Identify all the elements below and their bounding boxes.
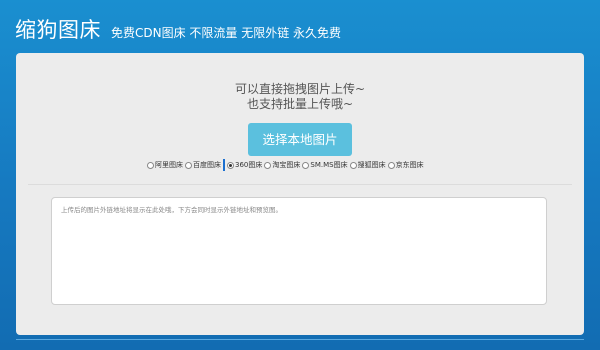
- upload-panel[interactable]: 可以直接拖拽图片上传~ 也支持批量上传哦~ 选择本地图片 阿里图床 百度图床 3…: [16, 53, 584, 335]
- radio-button-selected[interactable]: [227, 161, 234, 169]
- host-option-label: 搜狐图床: [357, 161, 386, 169]
- drop-hint-line-2: 也支持批量上传哦~: [246, 97, 354, 111]
- host-option-label: 百度图床: [193, 161, 221, 169]
- image-link-output[interactable]: [51, 197, 547, 305]
- host-option-label: 360图床: [235, 161, 263, 169]
- host-option-taobao[interactable]: 淘宝图床: [264, 160, 300, 170]
- host-option-label: 阿里图床: [155, 161, 183, 169]
- host-option-aliyun[interactable]: 阿里图床: [147, 160, 183, 170]
- host-option-label: 京东图床: [395, 161, 424, 169]
- host-option-jd[interactable]: 京东图床: [387, 160, 424, 170]
- radio-button[interactable]: [387, 161, 395, 169]
- radio-button[interactable]: [302, 161, 310, 169]
- host-option-smms[interactable]: SM.MS图床: [302, 160, 348, 170]
- bottom-divider: [16, 339, 584, 340]
- divider: [28, 184, 572, 185]
- host-option-baidu[interactable]: 百度图床: [185, 160, 221, 170]
- radio-button[interactable]: [147, 161, 154, 169]
- drop-hint-line-1: 可以直接拖拽图片上传~: [234, 82, 366, 96]
- select-local-image-button[interactable]: 选择本地图片: [248, 123, 352, 156]
- radio-button[interactable]: [185, 161, 192, 169]
- host-option-360[interactable]: 360图床: [227, 160, 262, 170]
- host-option-label: SM.MS图床: [310, 161, 348, 169]
- image-host-radio-group: 阿里图床 百度图床 360图床 淘宝图床 SM.MS图床 搜狐图床 京东图床: [147, 158, 426, 172]
- site-tagline: 免费CDN图床 不限流量 无限外链 永久免费: [111, 26, 342, 40]
- site-title: 缩狗图床: [15, 18, 101, 42]
- radio-button[interactable]: [264, 161, 272, 169]
- radio-button[interactable]: [349, 161, 357, 169]
- host-option-label: 淘宝图床: [272, 161, 301, 169]
- host-option-sohu[interactable]: 搜狐图床: [349, 160, 386, 170]
- site-header: 缩狗图床 免费CDN图床 不限流量 无限外链 永久免费: [15, 14, 341, 44]
- focus-indicator: [223, 159, 225, 171]
